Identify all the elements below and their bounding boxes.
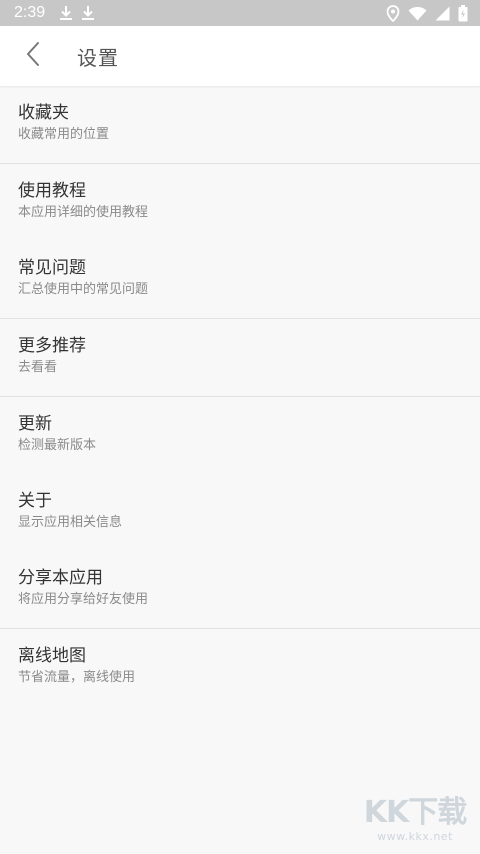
item-subtitle: 汇总使用中的常见问题 <box>18 282 149 297</box>
item-title: 分享本应用 <box>18 568 103 588</box>
status-left: 2:39 <box>14 4 95 22</box>
wifi-icon <box>408 6 427 21</box>
item-title: 收藏夹 <box>18 103 69 123</box>
settings-item-update[interactable]: 更新 检测最新版本 <box>0 397 480 474</box>
item-subtitle: 本应用详细的使用教程 <box>18 205 149 220</box>
settings-item-about[interactable]: 关于 显示应用相关信息 <box>0 474 480 551</box>
settings-group-help: 使用教程 本应用详细的使用教程 常见问题 汇总使用中的常见问题 <box>0 164 480 319</box>
item-subtitle: 去看看 <box>18 360 58 375</box>
settings-item-favorites[interactable]: 收藏夹 收藏常用的位置 <box>0 86 480 163</box>
settings-group-favorites: 收藏夹 收藏常用的位置 <box>0 86 480 164</box>
item-title: 离线地图 <box>18 646 86 666</box>
settings-group-recommendations: 更多推荐 去看看 <box>0 319 480 397</box>
item-title: 使用教程 <box>18 181 86 201</box>
app-bar: 设置 <box>0 26 480 86</box>
item-title: 更多推荐 <box>18 336 86 356</box>
settings-item-faq[interactable]: 常见问题 汇总使用中的常见问题 <box>0 241 480 318</box>
download-icon <box>59 5 73 21</box>
watermark: KK下载 www.kkx.net <box>356 796 474 850</box>
item-title: 关于 <box>18 491 52 511</box>
settings-group-app: 更新 检测最新版本 关于 显示应用相关信息 分享本应用 将应用分享给好友使用 <box>0 397 480 629</box>
watermark-logo: KK下载 <box>363 795 468 830</box>
back-button[interactable] <box>0 26 66 86</box>
item-subtitle: 收藏常用的位置 <box>18 127 110 142</box>
item-title: 常见问题 <box>18 258 86 278</box>
location-icon <box>386 4 400 22</box>
settings-item-more-recommendations[interactable]: 更多推荐 去看看 <box>0 319 480 396</box>
item-subtitle: 节省流量，离线使用 <box>18 670 136 685</box>
settings-item-share[interactable]: 分享本应用 将应用分享给好友使用 <box>0 551 480 628</box>
status-bar: 2:39 <box>0 0 480 26</box>
settings-item-offline-map[interactable]: 离线地图 节省流量，离线使用 <box>0 629 480 706</box>
status-right <box>386 4 468 22</box>
battery-icon <box>458 4 468 22</box>
settings-item-tutorial[interactable]: 使用教程 本应用详细的使用教程 <box>0 164 480 241</box>
item-title: 更新 <box>18 414 52 434</box>
page-title: 设置 <box>77 45 119 70</box>
item-subtitle: 显示应用相关信息 <box>18 515 123 530</box>
item-subtitle: 检测最新版本 <box>18 438 97 453</box>
watermark-url: www.kkx.net <box>377 830 453 843</box>
download-icon <box>81 5 95 21</box>
item-subtitle: 将应用分享给好友使用 <box>18 592 149 607</box>
chevron-left-icon <box>25 41 41 71</box>
signal-icon <box>435 6 450 21</box>
settings-group-offline: 离线地图 节省流量，离线使用 <box>0 629 480 706</box>
settings-list: 收藏夹 收藏常用的位置 使用教程 本应用详细的使用教程 常见问题 汇总使用中的常… <box>0 86 480 706</box>
status-time: 2:39 <box>14 4 46 21</box>
